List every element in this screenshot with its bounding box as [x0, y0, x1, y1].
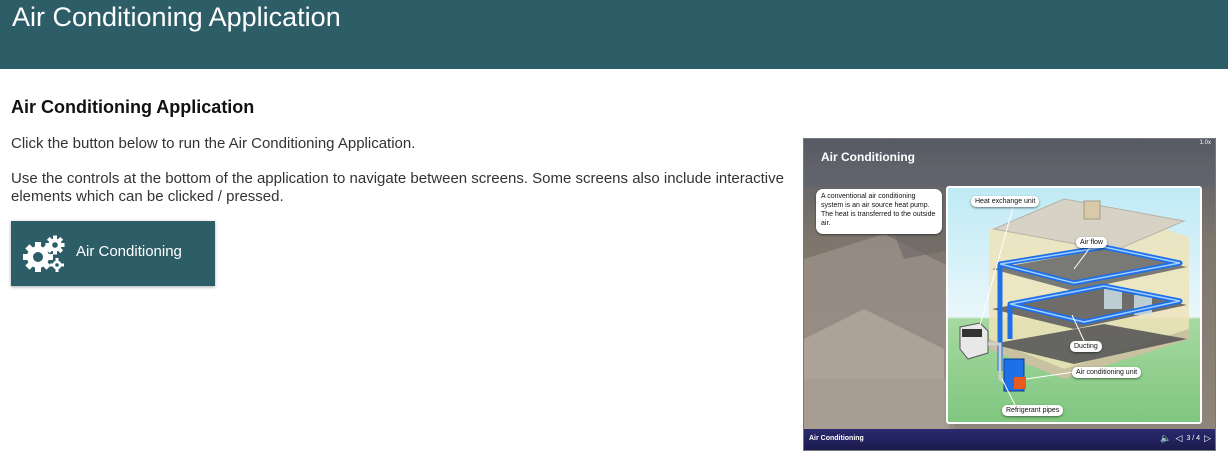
banner-title: Air Conditioning Application: [12, 2, 341, 32]
application-preview: Air Conditioning 1.0x A conventional air…: [803, 138, 1216, 451]
zoom-label: 1.0x: [1199, 140, 1211, 146]
gears-icon: [23, 235, 65, 272]
instruction-paragraph-2: Use the controls at the bottom of the ap…: [11, 170, 784, 205]
app-bar-title: Air Conditioning: [809, 435, 864, 442]
speaker-icon[interactable]: 🔈: [1160, 433, 1171, 443]
section-heading: Air Conditioning Application: [11, 97, 255, 117]
launch-air-conditioning-button[interactable]: Air Conditioning: [11, 221, 215, 286]
info-callout: A conventional air conditioning system i…: [816, 189, 942, 234]
page-indicator: 3 / 4: [1186, 434, 1201, 442]
app-bar-controls: 🔈 ◁ 3 / 4 ▷: [1160, 433, 1211, 443]
previous-icon[interactable]: ◁: [1176, 433, 1183, 443]
label-air-flow: Air flow: [1076, 237, 1107, 248]
label-refrigerant-pipes: Refrigerant pipes: [1002, 405, 1064, 416]
label-air-conditioning-unit: Air conditioning unit: [1072, 367, 1142, 378]
launch-button-label: Air Conditioning: [76, 243, 182, 260]
app-control-bar: Air Conditioning 🔈 ◁ 3 / 4 ▷: [804, 429, 1215, 450]
top-banner: Air Conditioning Application: [0, 0, 1228, 69]
app-title: Air Conditioning: [821, 150, 915, 164]
label-heat-exchange-unit: Heat exchange unit: [971, 196, 1040, 207]
label-ducting: Ducting: [1070, 341, 1102, 352]
instruction-paragraph-1: Click the button below to run the Air Co…: [11, 135, 416, 152]
house-illustration: [804, 139, 1215, 429]
next-icon[interactable]: ▷: [1204, 433, 1211, 443]
